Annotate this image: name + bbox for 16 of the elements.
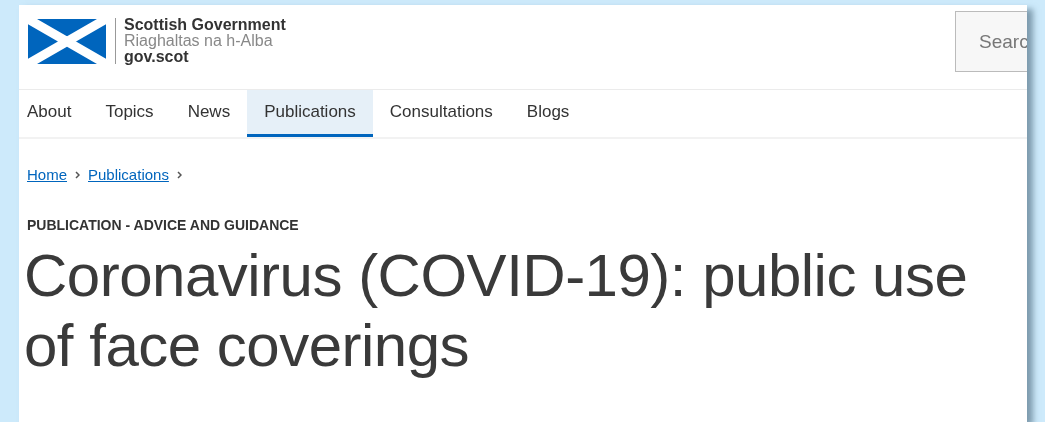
nav-tab[interactable]: Blogs xyxy=(509,90,587,137)
page-title: Coronavirus (COVID-19): public use of face coverings xyxy=(24,241,969,381)
logo-gaelic-name: Riaghaltas na h-Alba xyxy=(124,33,274,49)
nav-tab[interactable]: Topics xyxy=(88,90,171,137)
breadcrumb-link[interactable]: Publications xyxy=(88,166,169,183)
publication-category: PUBLICATION - ADVICE AND GUIDANCE xyxy=(27,217,300,233)
nav-tab[interactable]: News xyxy=(170,90,248,137)
saltire-flag-icon xyxy=(28,18,106,64)
logo-domain: gov.scot xyxy=(124,49,189,65)
nav-tab[interactable]: Consultations xyxy=(372,90,510,137)
logo-name: Scottish Government xyxy=(124,17,286,33)
nav-tab[interactable]: Publications xyxy=(247,90,373,137)
chevron-icon xyxy=(176,170,182,179)
nav-tab[interactable]: About xyxy=(19,90,89,137)
breadcrumb-link[interactable]: Home xyxy=(27,166,67,183)
chevron-icon xyxy=(75,170,80,179)
